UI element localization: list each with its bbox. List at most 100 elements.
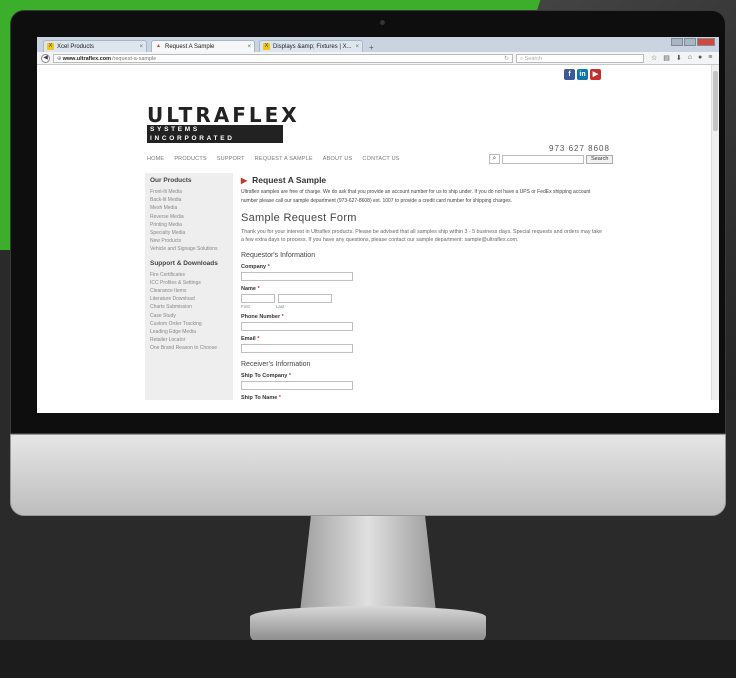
sidebar-item[interactable]: Literature Download bbox=[150, 295, 233, 303]
new-tab-icon[interactable]: + bbox=[369, 43, 374, 52]
main-navigation: HOME PRODUCTS SUPPORT REQUEST A SAMPLE A… bbox=[147, 156, 400, 162]
close-window-button[interactable] bbox=[697, 38, 715, 46]
page-title: ▶ Request A Sample bbox=[241, 175, 327, 185]
sidebar-item[interactable]: Vehicle and Signage Solutions bbox=[150, 245, 233, 253]
tab-xcel-products[interactable]: X Xcel Products × bbox=[43, 40, 147, 52]
name-label: Name * bbox=[241, 286, 260, 292]
sidebar-item[interactable]: Leading Edge Media bbox=[150, 328, 233, 336]
linkedin-icon[interactable]: in bbox=[577, 69, 588, 80]
close-tab-icon[interactable]: × bbox=[355, 44, 359, 50]
maximize-button[interactable] bbox=[684, 38, 696, 46]
reload-icon[interactable]: ↻ bbox=[504, 55, 512, 62]
sidebar-item[interactable]: Retailer Locator bbox=[150, 336, 233, 344]
name-fields bbox=[241, 294, 603, 303]
ship-name-label: Ship To Name * bbox=[241, 395, 281, 401]
minimize-button[interactable] bbox=[671, 38, 683, 46]
url-domain: www.ultraflex.com bbox=[62, 55, 112, 62]
browser-window: X Xcel Products × ▲ Request A Sample × X… bbox=[37, 37, 719, 413]
chat-icon[interactable]: ● bbox=[698, 54, 702, 62]
window-controls bbox=[671, 38, 715, 46]
address-bar[interactable]: ⊕ www.ultraflex.com/request-a-sample ↻ bbox=[53, 53, 513, 63]
name-sublabels: First Last bbox=[241, 304, 285, 309]
bookmark-star-icon[interactable]: ☆ bbox=[651, 54, 657, 62]
phone-number: 973 627 8608 bbox=[549, 144, 610, 153]
sidebar-heading-products: Our Products bbox=[150, 177, 192, 184]
youtube-icon[interactable]: ▶ bbox=[590, 69, 601, 80]
scrollbar-thumb[interactable] bbox=[713, 71, 718, 131]
web-page: f in ▶ ULTRAFLEX SYSTEMS INCORPORATED 97… bbox=[37, 65, 719, 401]
email-input[interactable] bbox=[241, 344, 353, 353]
sidebar-item[interactable]: Fire Certificates bbox=[150, 271, 233, 279]
tab-strip: X Xcel Products × ▲ Request A Sample × X… bbox=[37, 37, 719, 52]
floor bbox=[0, 640, 736, 678]
sidebar-item[interactable]: ICC Profiles & Settings bbox=[150, 279, 233, 287]
search-icon: ⌕ bbox=[520, 55, 524, 62]
nav-home[interactable]: HOME bbox=[147, 156, 164, 162]
ultraflex-favicon-icon: ▲ bbox=[156, 43, 161, 49]
download-icon[interactable]: ⬇ bbox=[676, 54, 682, 62]
sidebar-item[interactable]: Charts Submission bbox=[150, 303, 233, 311]
intro-text: Ultraflex samples are free of charge. We… bbox=[241, 189, 591, 204]
sidebar-item[interactable]: Clearance Items bbox=[150, 287, 233, 295]
facebook-icon[interactable]: f bbox=[564, 69, 575, 80]
tab-displays-fixtures[interactable]: X Displays &amp; Fixtures | X... × bbox=[259, 40, 363, 52]
xcel-favicon-icon: X bbox=[263, 43, 270, 50]
nav-products[interactable]: PRODUCTS bbox=[174, 156, 206, 162]
email-label: Email * bbox=[241, 336, 260, 342]
requestor-heading: Requestor's Information bbox=[241, 252, 316, 259]
site-search: ⌕ Search bbox=[489, 154, 614, 164]
form-description: Thank you for your interest in Ultraflex… bbox=[241, 229, 602, 243]
sidebar-item[interactable]: Back-lit Media bbox=[150, 196, 233, 204]
triangle-marker-icon: ▶ bbox=[241, 175, 248, 185]
main-content: ▶ Request A Sample Ultraflex samples are… bbox=[241, 175, 603, 401]
nav-support[interactable]: SUPPORT bbox=[217, 156, 245, 162]
sidebar-heading-support: Support & Downloads bbox=[150, 259, 218, 267]
sidebar-item[interactable]: New Products bbox=[150, 237, 233, 245]
nav-contact-us[interactable]: CONTACT US bbox=[362, 156, 399, 162]
library-icon[interactable]: ▤ bbox=[663, 54, 670, 62]
nav-about-us[interactable]: ABOUT US bbox=[323, 156, 353, 162]
sidebar-item[interactable]: Case Study bbox=[150, 312, 233, 320]
sidebar-item[interactable]: Front-lit Media bbox=[150, 188, 233, 196]
browser-search-input[interactable]: ⌕ Search bbox=[516, 53, 644, 63]
monitor-stand bbox=[300, 516, 436, 612]
phone-input[interactable] bbox=[241, 322, 353, 331]
navigation-toolbar: ◀ ⊕ www.ultraflex.com/request-a-sample ↻… bbox=[37, 52, 719, 65]
close-tab-icon[interactable]: × bbox=[139, 44, 143, 50]
receiver-heading: Receiver's Information bbox=[241, 361, 311, 368]
first-name-input[interactable] bbox=[241, 294, 275, 303]
monitor-base bbox=[250, 606, 486, 642]
monitor-chin bbox=[10, 434, 726, 516]
close-tab-icon[interactable]: × bbox=[247, 44, 251, 50]
company-input[interactable] bbox=[241, 272, 353, 281]
sidebar-item[interactable]: Reverse Media bbox=[150, 213, 233, 221]
page-scrollbar[interactable] bbox=[711, 65, 719, 400]
sidebar: Our Products Front-lit Media Back-lit Me… bbox=[145, 173, 233, 400]
form-heading: Sample Request Form bbox=[241, 212, 357, 224]
home-icon[interactable]: ⌂ bbox=[688, 54, 692, 62]
menu-icon[interactable]: ≡ bbox=[708, 54, 712, 62]
camera-icon bbox=[380, 20, 385, 25]
sidebar-item[interactable]: One Brand Reason to Choose bbox=[150, 344, 233, 352]
sidebar-item[interactable]: Custom Order Tracking bbox=[150, 320, 233, 328]
ship-company-label: Ship To Company * bbox=[241, 373, 292, 379]
site-search-input[interactable] bbox=[502, 154, 584, 164]
sidebar-item[interactable]: Mesh Media bbox=[150, 204, 233, 212]
nav-request-a-sample[interactable]: REQUEST A SAMPLE bbox=[255, 156, 313, 162]
ship-company-input[interactable] bbox=[241, 381, 353, 390]
last-name-input[interactable] bbox=[278, 294, 332, 303]
sidebar-item[interactable]: Printing Media bbox=[150, 221, 233, 229]
social-links: f in ▶ bbox=[564, 69, 601, 80]
globe-icon: ⊕ bbox=[57, 55, 62, 62]
tab-request-a-sample[interactable]: ▲ Request A Sample × bbox=[151, 40, 255, 52]
ultraflex-logo[interactable]: ULTRAFLEX SYSTEMS INCORPORATED bbox=[147, 105, 300, 143]
back-arrow-icon[interactable]: ◀ bbox=[41, 53, 50, 63]
magnifier-icon: ⌕ bbox=[489, 154, 500, 164]
site-search-button[interactable]: Search bbox=[586, 154, 614, 164]
xcel-favicon-icon: X bbox=[47, 43, 54, 50]
phone-label: Phone Number * bbox=[241, 314, 284, 320]
url-path: /request-a-sample bbox=[112, 55, 157, 62]
toolbar-icons: ☆ ▤ ⬇ ⌂ ● ≡ bbox=[651, 54, 712, 62]
sidebar-item[interactable]: Specialty Media bbox=[150, 229, 233, 237]
company-label: Company * bbox=[241, 264, 270, 270]
